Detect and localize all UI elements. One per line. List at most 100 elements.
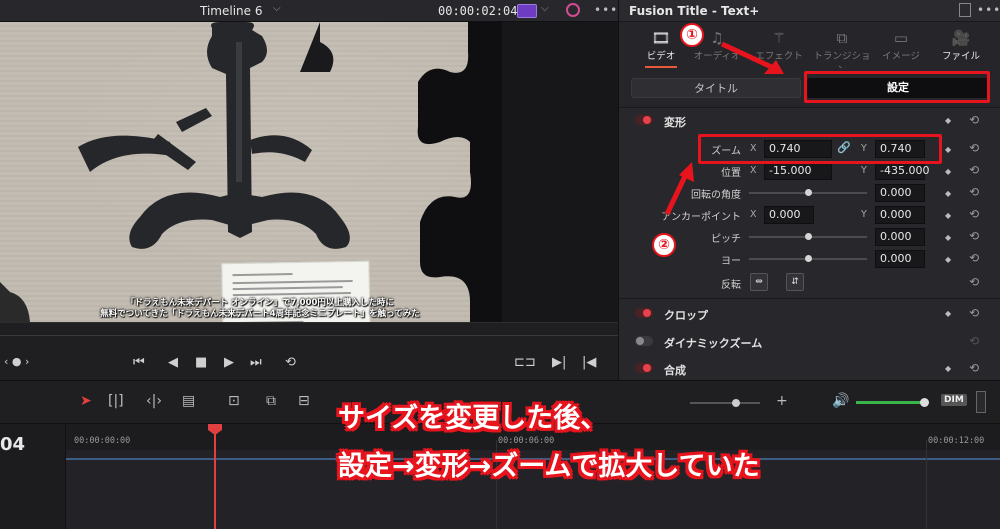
chevron-down-icon[interactable]: ⌵ bbox=[541, 3, 549, 14]
enable-toggle[interactable] bbox=[635, 115, 653, 125]
dim-button[interactable]: DIM bbox=[941, 394, 967, 406]
anchor-y-input[interactable]: 0.000 bbox=[875, 206, 925, 224]
section-transform[interactable]: 変形 ◆ ⟲ bbox=[619, 110, 1000, 132]
flip-horizontal-icon[interactable]: ⇹ bbox=[750, 273, 768, 291]
rotation-slider[interactable] bbox=[749, 189, 867, 196]
audio-meter-icon bbox=[976, 391, 986, 413]
rotation-input[interactable]: 0.000 bbox=[875, 184, 925, 202]
keyframe-diamond-icon[interactable]: ◆ bbox=[945, 189, 951, 198]
inspector-title: Fusion Title - Text+ bbox=[629, 4, 760, 18]
reset-icon[interactable]: ⟲ bbox=[969, 163, 979, 177]
more-options-icon[interactable]: ••• bbox=[977, 3, 1000, 17]
reset-icon[interactable]: ⟲ bbox=[969, 113, 979, 127]
slider-knob[interactable] bbox=[805, 189, 812, 196]
reset-icon[interactable]: ⟲ bbox=[969, 334, 979, 348]
match-frame-icon[interactable]: ⊏⊐ bbox=[514, 355, 536, 370]
yaw-input[interactable]: 0.000 bbox=[875, 250, 925, 268]
play-reverse-icon[interactable]: ◀ bbox=[168, 355, 178, 370]
camera-icon: 🎥 bbox=[951, 29, 971, 47]
tab-label: イメージ bbox=[882, 51, 920, 62]
reset-icon[interactable]: ⟲ bbox=[969, 141, 979, 155]
param-yaw: ヨー 0.000 ◆ ⟲ bbox=[619, 248, 1000, 270]
scrubber-bar[interactable] bbox=[0, 335, 618, 336]
step-marker-1: ① bbox=[680, 23, 704, 47]
reset-icon[interactable]: ⟲ bbox=[969, 306, 979, 320]
more-options-icon[interactable]: ••• bbox=[594, 3, 618, 17]
reset-icon[interactable]: ⟲ bbox=[969, 275, 979, 289]
enable-toggle[interactable] bbox=[635, 363, 653, 373]
x-axis-label: X bbox=[750, 165, 757, 176]
timecode[interactable]: 00:00:02:04 bbox=[438, 4, 517, 18]
stop-icon[interactable]: ■ bbox=[195, 355, 207, 370]
speaker-icon[interactable]: 🔊 bbox=[832, 393, 849, 409]
yaw-label: ヨー bbox=[721, 256, 741, 267]
insert-clip-icon[interactable]: ⊡ bbox=[228, 393, 240, 409]
section-crop[interactable]: クロップ ◆ ⟲ bbox=[619, 303, 1000, 325]
overwrite-clip-icon[interactable]: ⧉ bbox=[266, 393, 276, 409]
keyframe-diamond-icon[interactable]: ◆ bbox=[945, 255, 951, 264]
section-label: 合成 bbox=[664, 364, 686, 377]
reset-icon[interactable]: ⟲ bbox=[969, 185, 979, 199]
volume-slider[interactable] bbox=[856, 398, 929, 407]
reset-icon[interactable]: ⟲ bbox=[969, 229, 979, 243]
step-marker-2: ② bbox=[652, 233, 676, 257]
slider-knob[interactable] bbox=[805, 233, 812, 240]
viewer-background bbox=[502, 22, 618, 322]
section-dynamic-zoom[interactable]: ダイナミックズーム ⟲ bbox=[619, 331, 1000, 353]
video-preview[interactable]: 「ドラえもん未来デパート オンライン」で7,000円以上購入した時に 無料でつい… bbox=[0, 22, 502, 322]
sidebar-toggle-icon[interactable] bbox=[959, 3, 971, 17]
playhead[interactable] bbox=[214, 430, 216, 529]
anchor-label: アンカーポイント bbox=[661, 212, 741, 223]
subtab-title[interactable]: タイトル bbox=[631, 78, 801, 98]
play-icon[interactable]: ▶ bbox=[224, 355, 234, 370]
tab-file[interactable]: 🎥 ファイル bbox=[931, 28, 991, 68]
yaw-slider[interactable] bbox=[749, 255, 867, 262]
tab-effects[interactable]: ⚚ エフェクト bbox=[749, 28, 809, 68]
flip-vertical-icon[interactable]: ⇵ bbox=[786, 273, 804, 291]
position-x-input[interactable]: -15.000 bbox=[764, 162, 832, 180]
tab-transition[interactable]: ⧉ トランジション bbox=[809, 28, 875, 76]
pitch-input[interactable]: 0.000 bbox=[875, 228, 925, 246]
reset-icon[interactable]: ⟲ bbox=[969, 207, 979, 221]
keyframe-diamond-icon[interactable]: ◆ bbox=[945, 211, 951, 220]
enable-toggle[interactable] bbox=[635, 336, 653, 346]
keyframe-diamond-icon[interactable]: ◆ bbox=[945, 309, 951, 318]
slider-knob[interactable] bbox=[920, 398, 929, 407]
track-header: 04 bbox=[0, 424, 66, 529]
jog-control[interactable]: ‹ ● › bbox=[4, 355, 29, 368]
slider-knob[interactable] bbox=[805, 255, 812, 262]
chevron-down-icon[interactable]: ⌵ bbox=[273, 3, 281, 14]
next-edit-icon[interactable]: |◀ bbox=[582, 355, 596, 370]
dynamic-trim-icon[interactable]: ‹|› bbox=[146, 393, 162, 409]
timeline-name[interactable]: Timeline 6 bbox=[200, 4, 262, 18]
color-wheel-icon[interactable] bbox=[566, 3, 580, 17]
position-y-input[interactable]: -435.000 bbox=[875, 162, 929, 180]
keyframe-diamond-icon[interactable]: ◆ bbox=[945, 116, 951, 125]
keyframe-diamond-icon[interactable]: ◆ bbox=[945, 233, 951, 242]
go-to-start-icon[interactable]: ⏮ bbox=[133, 355, 145, 370]
anchor-x-input[interactable]: 0.000 bbox=[764, 206, 814, 224]
trim-tool-icon[interactable]: [|] bbox=[108, 393, 124, 409]
keyframe-diamond-icon[interactable]: ◆ bbox=[945, 364, 951, 373]
tab-image[interactable]: ▭ イメージ bbox=[871, 28, 931, 68]
zoom-in-icon[interactable]: + bbox=[776, 393, 788, 409]
blade-tool-icon[interactable]: ▤ bbox=[182, 393, 195, 409]
pitch-slider[interactable] bbox=[749, 233, 867, 240]
loop-icon[interactable]: ⟲ bbox=[285, 355, 296, 370]
replace-clip-icon[interactable]: ⊟ bbox=[298, 393, 310, 409]
tab-label: オーディオ bbox=[693, 51, 741, 62]
display-mode-icon[interactable] bbox=[517, 4, 537, 18]
keyframe-diamond-icon[interactable]: ◆ bbox=[945, 167, 951, 176]
section-composite[interactable]: 合成 ◆ ⟲ bbox=[619, 358, 1000, 380]
reset-icon[interactable]: ⟲ bbox=[969, 251, 979, 265]
prev-edit-icon[interactable]: ▶| bbox=[552, 355, 566, 370]
slider-knob[interactable] bbox=[732, 399, 740, 407]
timeline-zoom-slider[interactable] bbox=[690, 399, 760, 407]
keyframe-diamond-icon[interactable]: ◆ bbox=[945, 145, 951, 154]
x-axis-label: X bbox=[750, 209, 757, 220]
enable-toggle[interactable] bbox=[635, 308, 653, 318]
selection-arrow-icon[interactable]: ➤ bbox=[80, 393, 92, 409]
reset-icon[interactable]: ⟲ bbox=[969, 361, 979, 375]
go-to-end-icon[interactable]: ⏭ bbox=[250, 355, 262, 370]
param-flip: 反転 ⇹ ⇵ ⟲ bbox=[619, 272, 1000, 294]
